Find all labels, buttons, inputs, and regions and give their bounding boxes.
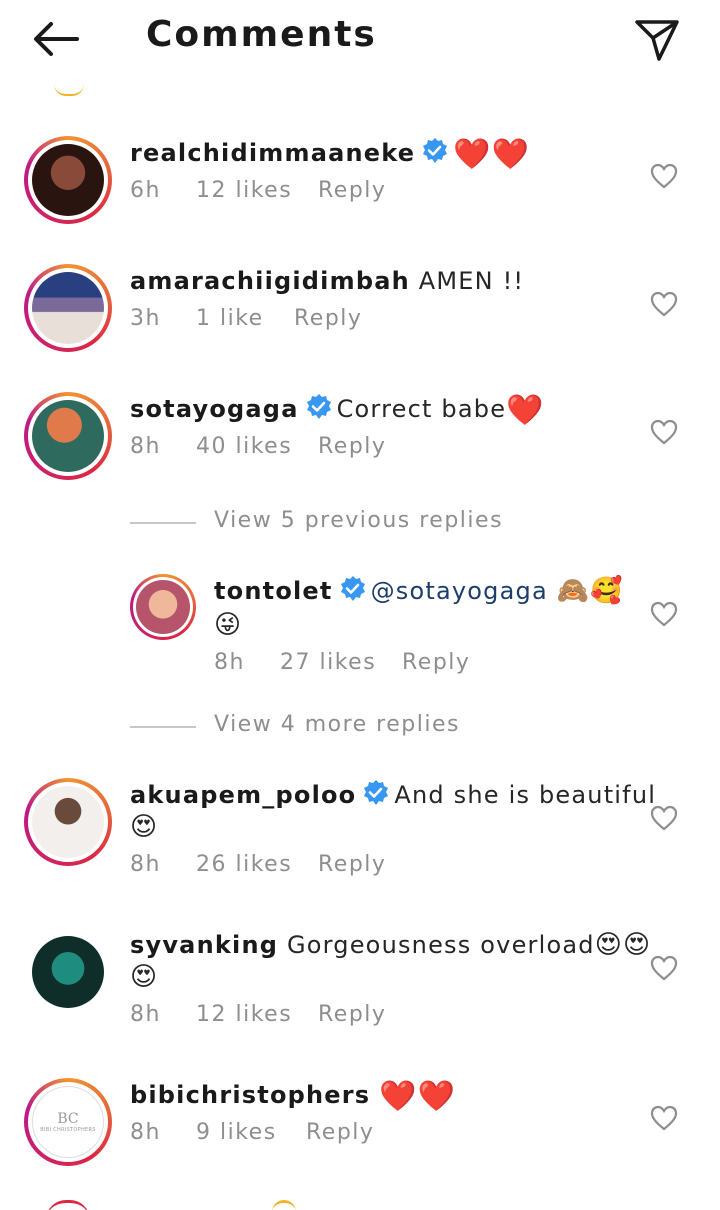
comment-time: 8h xyxy=(130,434,161,459)
reply-button[interactable]: Reply xyxy=(294,306,362,331)
reply-button[interactable]: Reply xyxy=(318,178,386,203)
page-title: Comments xyxy=(146,14,377,55)
heart-icon[interactable] xyxy=(650,419,678,445)
view-previous-replies-label: View 5 previous replies xyxy=(214,508,504,533)
reply-button[interactable]: Reply xyxy=(318,434,386,459)
avatar-logo-text: BC xyxy=(57,1111,79,1127)
thread-divider xyxy=(130,522,196,524)
reply-button[interactable]: Reply xyxy=(318,852,386,877)
avatar-logo-subtext: BIBI CHRISTOPHERS xyxy=(40,1127,96,1133)
verified-badge-icon xyxy=(364,780,389,805)
view-previous-replies-button[interactable]: View 5 previous replies xyxy=(130,508,502,538)
back-button[interactable] xyxy=(30,16,80,62)
heart-icon[interactable] xyxy=(650,163,678,189)
reply-username[interactable]: tontolet xyxy=(214,577,333,605)
reply-button[interactable]: Reply xyxy=(306,1120,374,1145)
arrow-left-icon xyxy=(34,22,79,56)
comment-time: 3h xyxy=(130,306,161,331)
comment-time: 8h xyxy=(130,1002,161,1027)
verified-badge-icon xyxy=(340,576,365,601)
comment-emoji: 😍😍 xyxy=(594,930,652,960)
comment-username[interactable]: syvanking xyxy=(130,931,278,959)
comment-likes[interactable]: 40 likes xyxy=(196,434,318,459)
mention-link[interactable]: @sotayogaga xyxy=(371,577,548,605)
avatar[interactable] xyxy=(24,928,112,1016)
comment-emoji-line2: 😍 xyxy=(130,962,159,992)
comment-username[interactable]: realchidimmaaneke xyxy=(130,139,415,167)
heart-icon[interactable] xyxy=(650,1105,678,1131)
header-bar: Comments xyxy=(0,0,720,80)
reply-emoji: 🙈🥰 xyxy=(556,576,624,606)
comment-text: AMEN !! xyxy=(418,267,525,295)
view-more-replies-label: View 4 more replies xyxy=(214,712,460,737)
comment-emoji: 😍 xyxy=(130,812,159,842)
partial-next-emoji xyxy=(272,1200,296,1210)
comment-username[interactable]: amarachiigidimbah xyxy=(130,267,410,295)
comment-text: And she is beautiful xyxy=(394,781,657,809)
heart-icon[interactable] xyxy=(650,291,678,317)
comment-text: Gorgeousness overload xyxy=(286,931,595,959)
avatar[interactable] xyxy=(24,264,112,352)
heart-icon[interactable] xyxy=(650,601,678,627)
comment-text: Correct babe xyxy=(336,395,507,423)
comment-likes[interactable]: 12 likes xyxy=(196,178,318,203)
avatar[interactable] xyxy=(130,574,196,640)
heart-icon[interactable] xyxy=(650,955,678,981)
comment-likes[interactable]: 26 likes xyxy=(196,852,318,877)
comment-username[interactable]: bibichristophers xyxy=(130,1081,370,1109)
reply-button[interactable]: Reply xyxy=(402,650,470,675)
comment-username[interactable]: akuapem_poloo xyxy=(130,781,356,809)
comment-time: 6h xyxy=(130,178,161,203)
comment-username[interactable]: sotayogaga xyxy=(130,395,299,423)
avatar[interactable]: BC BIBI CHRISTOPHERS xyxy=(24,1078,112,1166)
thread-divider xyxy=(130,726,196,728)
verified-badge-icon xyxy=(423,138,448,163)
comment-likes[interactable]: 9 likes xyxy=(196,1120,306,1145)
comment-time: 8h xyxy=(130,852,161,877)
partial-next-comment xyxy=(46,1200,90,1210)
share-button[interactable] xyxy=(630,14,684,66)
heart-icon[interactable] xyxy=(650,805,678,831)
avatar[interactable] xyxy=(24,778,112,866)
verified-badge-icon xyxy=(306,394,331,419)
send-icon xyxy=(635,20,679,61)
avatar[interactable] xyxy=(24,392,112,480)
comment-emoji: ❤️❤️ xyxy=(379,1079,457,1114)
view-more-replies-button[interactable]: View 4 more replies xyxy=(130,712,490,742)
comment-time: 8h xyxy=(130,1120,161,1145)
comment-emoji: ❤️❤️ xyxy=(453,137,531,172)
reply-likes[interactable]: 27 likes xyxy=(280,650,402,675)
partial-avatar-edge xyxy=(54,84,84,96)
avatar[interactable] xyxy=(24,136,112,224)
reply-emoji-line2: 😜 xyxy=(214,610,243,640)
reply-time: 8h xyxy=(214,650,245,675)
reply-button[interactable]: Reply xyxy=(318,1002,386,1027)
comment-emoji: ❤️ xyxy=(506,393,545,428)
comment-likes[interactable]: 1 like xyxy=(196,306,294,331)
comment-likes[interactable]: 12 likes xyxy=(196,1002,318,1027)
